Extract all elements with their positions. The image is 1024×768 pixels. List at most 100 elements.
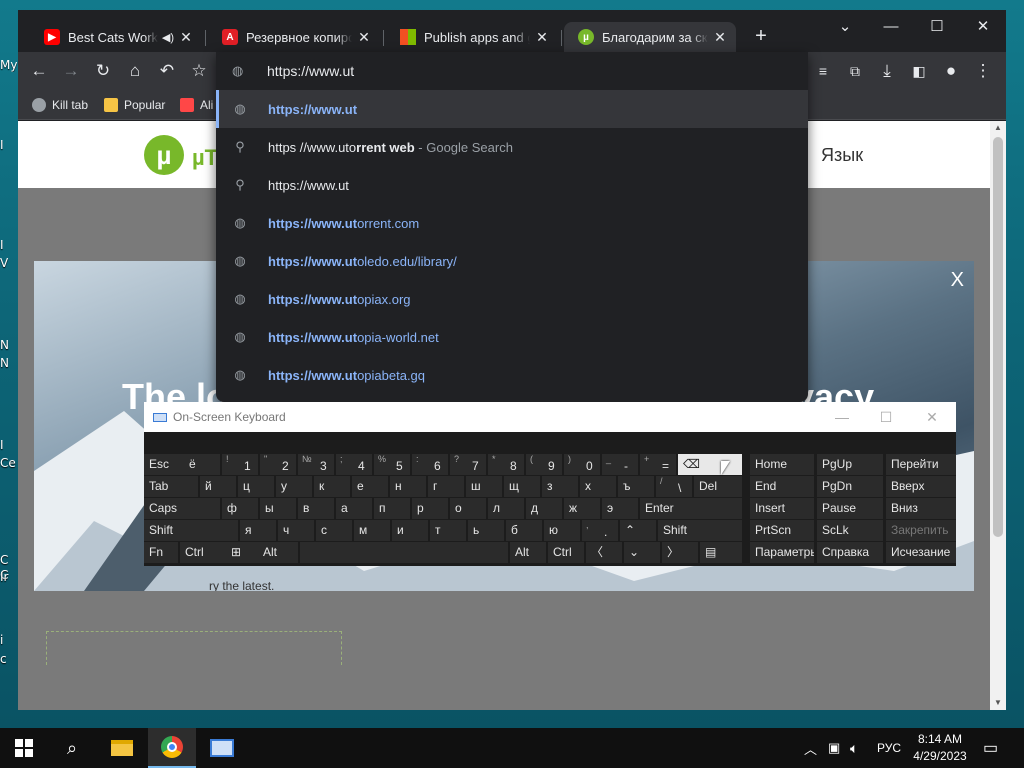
desktop-icon-label[interactable]: I	[0, 438, 18, 452]
profile-icon[interactable]: ●	[940, 60, 962, 82]
osk-key[interactable]: й	[200, 476, 236, 497]
osk-key[interactable]: ш	[466, 476, 502, 497]
utorrent-logo-icon[interactable]: µ	[144, 135, 184, 175]
osk-key[interactable]: Shift	[658, 520, 742, 541]
network-icon[interactable]: ▣	[828, 728, 840, 768]
desktop-icon-label[interactable]: Ir	[0, 570, 18, 584]
osk-key[interactable]: э	[602, 498, 638, 519]
osk-key[interactable]: Shift	[144, 520, 238, 541]
osk-nav-key[interactable]: Перейти	[886, 454, 956, 475]
download-icon[interactable]: ⤓	[876, 60, 898, 82]
omnibox-suggestion[interactable]: ⚲ https://www.ut	[216, 166, 808, 204]
osk-key[interactable]: з	[542, 476, 578, 497]
omnibox-text[interactable]: https://www.ut	[267, 63, 354, 79]
osk-key[interactable]: л	[488, 498, 524, 519]
osk-nav-key[interactable]: PgDn	[817, 476, 883, 497]
osk-maximize-button[interactable]: ☐	[866, 402, 906, 432]
desktop-icon-label[interactable]: I	[0, 238, 18, 252]
desktop-icon-label[interactable]: My	[0, 58, 18, 72]
osk-key[interactable]: ⌄	[624, 542, 660, 563]
omnibox[interactable]: ◍ https://www.ut	[216, 52, 808, 90]
osk-key[interactable]: Alt	[510, 542, 546, 563]
file-explorer-icon[interactable]	[98, 728, 146, 768]
language-selector[interactable]: Язык	[821, 145, 863, 166]
maximize-button[interactable]: ☐	[914, 10, 960, 42]
tab-2[interactable]: A Резервное копирова✕	[208, 22, 380, 52]
osk-key[interactable]: ⌃	[620, 520, 656, 541]
desktop-icon-label[interactable]: C	[0, 553, 18, 567]
osk-key[interactable]: ц	[238, 476, 274, 497]
minimize-button[interactable]: —	[868, 10, 914, 42]
desktop-icon-label[interactable]: Ce	[0, 456, 18, 470]
tab-search-button[interactable]: ⌄	[822, 10, 868, 42]
omnibox-suggestion[interactable]: ⚲ https //www.utorrent web - Google Searc…	[216, 128, 808, 166]
home-icon[interactable]: ⌂	[124, 60, 146, 82]
menu-icon[interactable]: ⋮	[972, 60, 994, 82]
tab-1[interactable]: ▶ Best Cats Work Fr ◀) ✕	[30, 22, 202, 52]
osk-key[interactable]: / \	[656, 476, 692, 497]
undo-icon[interactable]: ↶	[156, 60, 178, 82]
clock[interactable]: 8:14 AM 4/29/2023	[908, 731, 972, 765]
osk-key[interactable]: % 5	[374, 454, 410, 475]
osk-key[interactable]: ю	[544, 520, 580, 541]
osk-nav-key[interactable]: ScLk	[817, 520, 883, 541]
scroll-down-icon[interactable]: ▼	[990, 696, 1006, 710]
osk-key[interactable]: ; 4	[336, 454, 372, 475]
osk-key[interactable]: :6	[412, 454, 448, 475]
osk-key[interactable]: Ctrl	[180, 542, 232, 563]
bookmark-item[interactable]: Kill tab	[32, 96, 88, 114]
side-panel-icon[interactable]: ◧	[908, 60, 930, 82]
osk-key[interactable]: б	[506, 520, 542, 541]
osk-nav-key[interactable]: Home	[750, 454, 814, 475]
close-tab-icon[interactable]: ✕	[356, 29, 372, 46]
osk-nav-key[interactable]: PrtScn	[750, 520, 814, 541]
osk-key[interactable]: * 8	[488, 454, 524, 475]
osk-key[interactable]: " 2	[260, 454, 296, 475]
bookmark-star-icon[interactable]: ☆	[188, 60, 210, 82]
osk-key[interactable]: н	[390, 476, 426, 497]
back-icon[interactable]: ←	[28, 60, 50, 82]
osk-nav-key[interactable]: Закрепить	[886, 520, 956, 541]
desktop-icon-label[interactable]: i	[0, 633, 18, 647]
osk-key[interactable]: 〈	[586, 542, 622, 563]
reload-icon[interactable]: ↻	[92, 60, 114, 82]
chrome-taskbar-icon[interactable]	[148, 728, 196, 768]
osk-key[interactable]: Enter	[640, 498, 742, 519]
start-button[interactable]	[0, 728, 48, 768]
language-indicator[interactable]: РУС	[877, 728, 901, 768]
omnibox-suggestion[interactable]: ◍ https://www.utopiax.org	[216, 280, 808, 318]
tab-4[interactable]: µ Благодарим за скачи✕	[564, 22, 736, 52]
osk-key[interactable]: № 3	[298, 454, 334, 475]
osk-nav-key[interactable]: PgUp	[817, 454, 883, 475]
close-window-button[interactable]: ✕	[960, 10, 1006, 42]
osk-key[interactable]: ! 1	[222, 454, 258, 475]
omnibox-suggestion[interactable]: ◍ https://www.utopia-world.net	[216, 318, 808, 356]
desktop-icon-label[interactable]: N	[0, 338, 18, 352]
osk-key[interactable]: + =	[640, 454, 676, 475]
reading-list-icon[interactable]: ≡	[812, 60, 834, 82]
osk-key[interactable]: е	[352, 476, 388, 497]
osk-key[interactable]: ч	[278, 520, 314, 541]
osk-key[interactable]: щ	[504, 476, 540, 497]
omnibox-suggestion[interactable]: ◍ https://www.utoledo.edu/library/	[216, 242, 808, 280]
osk-key[interactable]: ф	[222, 498, 258, 519]
osk-taskbar-icon[interactable]	[198, 728, 246, 768]
omnibox-suggestion[interactable]: ◍ https://www.utorrent.com	[216, 204, 808, 242]
osk-nav-key[interactable]: End	[750, 476, 814, 497]
osk-nav-key[interactable]: Исчезание	[886, 542, 956, 563]
close-tab-icon[interactable]: ✕	[178, 29, 194, 46]
crop-icon[interactable]: ⧉	[844, 60, 866, 82]
desktop-icon-label[interactable]: c	[0, 652, 18, 666]
osk-key[interactable]: ё	[184, 454, 220, 475]
desktop-icon-label[interactable]: I	[0, 138, 18, 152]
osk-key[interactable]: ? 7	[450, 454, 486, 475]
desktop-icon-label[interactable]: V	[0, 256, 18, 270]
osk-close-button[interactable]: ✕	[912, 402, 952, 432]
osk-key[interactable]: г	[428, 476, 464, 497]
osk-nav-key[interactable]: Pause	[817, 498, 883, 519]
osk-key[interactable]: п	[374, 498, 410, 519]
osk-key[interactable]: ъ	[618, 476, 654, 497]
search-icon[interactable]: ⌕	[48, 728, 96, 768]
osk-key[interactable]	[300, 542, 508, 563]
osk-key[interactable]: Tab	[144, 476, 198, 497]
